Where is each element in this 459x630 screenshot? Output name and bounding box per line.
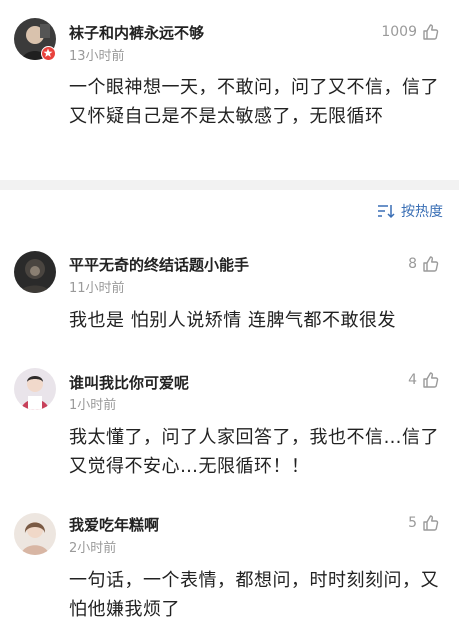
- avatar[interactable]: [14, 251, 56, 293]
- like-button[interactable]: 5: [408, 513, 441, 533]
- comment-item: 袜子和内裤永远不够 13小时前 1009 一个眼神想一天，不敢问，问了又不信，信…: [0, 0, 459, 180]
- timestamp: 2小时前: [69, 541, 117, 556]
- comment-item: 我爱吃年糕啊 2小时前 5 一句话，一个表情，都想问，时时刻刻问，又怕他嫌我烦了: [0, 500, 459, 630]
- thumbs-up-icon: [421, 22, 441, 42]
- avatar[interactable]: [14, 368, 56, 410]
- comment-item: 平平无奇的终结话题小能手 11小时前 8 我也是 怕别人说矫情 连脾气都不敢很发: [0, 236, 459, 346]
- like-count: 5: [408, 515, 417, 531]
- timestamp: 11小时前: [69, 281, 125, 296]
- avatar[interactable]: [14, 513, 56, 555]
- sort-by-hot-button[interactable]: 按热度: [377, 201, 443, 221]
- like-count: 1009: [381, 24, 417, 40]
- username[interactable]: 袜子和内裤永远不够: [69, 22, 204, 43]
- like-count: 8: [408, 256, 417, 272]
- comment-item: 谁叫我比你可爱呢 1小时前 4 我太懂了，问了人家回答了，我也不信…信了又觉得不…: [0, 356, 459, 496]
- comment-text: 一个眼神想一天，不敢问，问了又不信，信了又怀疑自己是不是太敏感了，无限循环: [69, 77, 439, 127]
- sort-icon: [377, 203, 395, 219]
- timestamp: 1小时前: [69, 398, 117, 413]
- username[interactable]: 平平无奇的终结话题小能手: [69, 254, 249, 275]
- like-button[interactable]: 1009: [381, 22, 441, 42]
- verified-badge-icon: [41, 46, 56, 61]
- comment-text: 一句话，一个表情，都想问，时时刻刻问，又怕他嫌我烦了: [69, 570, 439, 620]
- thumbs-up-icon: [421, 370, 441, 390]
- section-divider: [0, 180, 459, 190]
- like-count: 4: [408, 372, 417, 388]
- thumbs-up-icon: [421, 513, 441, 533]
- comment-text: 我太懂了，问了人家回答了，我也不信…信了又觉得不安心…无限循环！！: [69, 427, 439, 477]
- thumbs-up-icon: [421, 254, 441, 274]
- sort-label: 按热度: [401, 204, 443, 220]
- timestamp: 13小时前: [69, 49, 125, 64]
- comment-text: 我也是 怕别人说矫情 连脾气都不敢很发: [69, 310, 396, 331]
- like-button[interactable]: 4: [408, 370, 441, 390]
- username[interactable]: 谁叫我比你可爱呢: [69, 372, 189, 393]
- username[interactable]: 我爱吃年糕啊: [69, 514, 159, 535]
- like-button[interactable]: 8: [408, 254, 441, 274]
